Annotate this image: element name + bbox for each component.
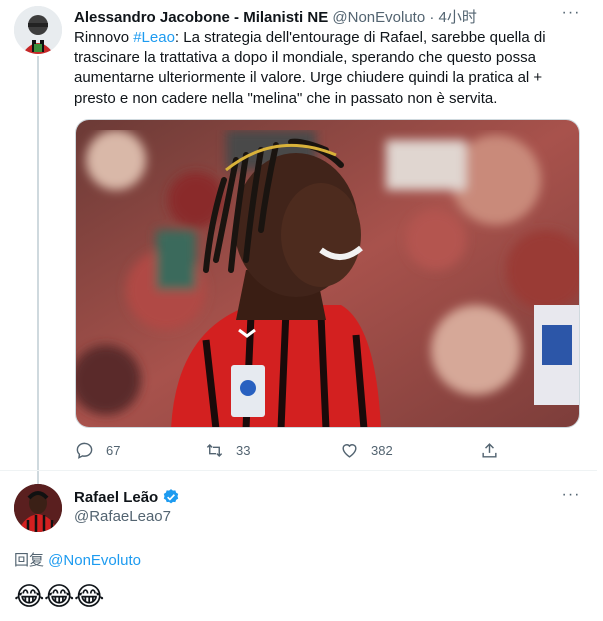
reply-author-name-row: Rafael Leão bbox=[74, 488, 180, 506]
heart-icon bbox=[342, 443, 357, 458]
reply-author-handle[interactable]: @RafaeLeao7 bbox=[74, 508, 171, 525]
retweet-count: 33 bbox=[236, 442, 251, 458]
tweet-text: Rinnovo #Leao: La strategia dell'entoura… bbox=[74, 28, 586, 109]
reply-button[interactable]: 67 bbox=[75, 438, 120, 462]
replying-to: 回复 @NonEvoluto bbox=[14, 549, 141, 570]
tweet-timestamp[interactable]: 4小时 bbox=[439, 9, 477, 26]
replying-to-label: 回复 bbox=[14, 552, 49, 569]
player-photo-icon bbox=[76, 120, 579, 427]
tweet-actions: 67 33 382 bbox=[75, 438, 505, 462]
reply-count: 67 bbox=[106, 442, 121, 458]
thread-connector-line bbox=[37, 56, 39, 484]
replying-to-link[interactable]: @NonEvoluto bbox=[48, 552, 141, 569]
author-avatar[interactable] bbox=[14, 6, 62, 54]
tweet-header: Alessandro Jacobone - Milanisti NE @NonE… bbox=[74, 6, 554, 26]
reply-icon bbox=[76, 442, 93, 459]
retweet-button[interactable]: 33 bbox=[205, 438, 250, 462]
like-count: 382 bbox=[371, 442, 393, 458]
share-button[interactable] bbox=[480, 438, 511, 462]
author-handle[interactable]: @NonEvoluto bbox=[332, 9, 429, 26]
share-icon bbox=[482, 442, 497, 458]
laughing-tears-emoji: 😂 bbox=[14, 581, 46, 611]
reply-text: 😂😂😂 bbox=[14, 581, 104, 611]
reply-author-name[interactable]: Rafael Leão bbox=[74, 489, 158, 506]
reply-author-avatar[interactable] bbox=[14, 484, 62, 532]
author-name[interactable]: Alessandro Jacobone - Milanisti NE bbox=[74, 9, 328, 26]
laughing-tears-emoji: 😂 bbox=[44, 581, 76, 611]
tweet-photo[interactable] bbox=[75, 119, 580, 428]
more-options-icon[interactable]: ··· bbox=[561, 5, 581, 26]
separator-dot: · bbox=[429, 9, 439, 26]
tweet-divider bbox=[0, 470, 597, 471]
hashtag-link[interactable]: #Leao bbox=[133, 29, 175, 46]
retweet-icon bbox=[206, 443, 223, 457]
laughing-tears-emoji: 😂 bbox=[74, 581, 106, 611]
verified-badge-icon bbox=[164, 489, 179, 504]
reply-more-options-icon[interactable]: ··· bbox=[561, 487, 581, 508]
tweet-text-part: Rinnovo bbox=[74, 29, 134, 46]
like-button[interactable]: 382 bbox=[340, 438, 393, 462]
tweet-original[interactable]: Alessandro Jacobone - Milanisti NE @NonE… bbox=[0, 0, 597, 484]
